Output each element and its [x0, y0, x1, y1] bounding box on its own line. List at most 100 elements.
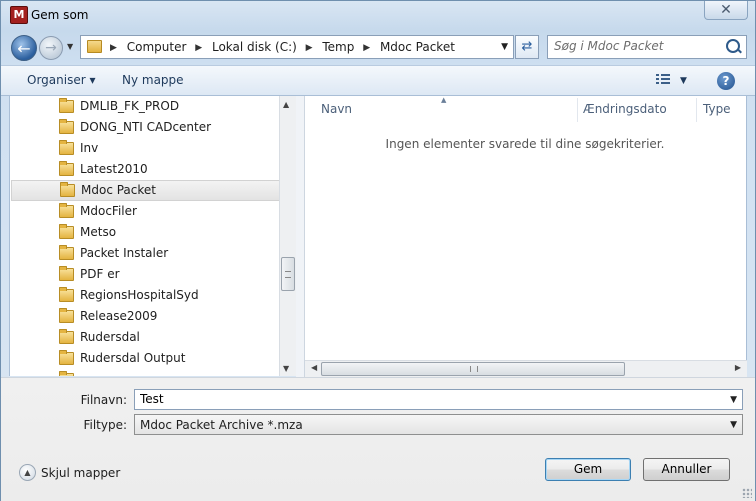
tree-item-partial[interactable]: [10, 369, 286, 376]
tree-item[interactable]: DONG_NTI CADcenter: [10, 117, 286, 138]
chevron-up-icon[interactable]: ▲: [19, 464, 36, 481]
back-arrow-icon[interactable]: ←: [11, 35, 37, 61]
column-header-type[interactable]: Type: [703, 102, 731, 116]
filetype-select[interactable]: Mdoc Packet Archive *.mza ▼: [134, 414, 743, 435]
tree-item[interactable]: DMLIB_FK_PROD: [10, 96, 286, 117]
column-divider[interactable]: [577, 98, 578, 122]
filename-label: Filnavn:: [80, 393, 127, 407]
forward-arrow-icon[interactable]: →: [39, 36, 63, 60]
folder-icon: [60, 182, 75, 197]
tree-item[interactable]: Latest2010: [10, 159, 286, 180]
folder-icon: [59, 329, 74, 344]
navigation-bar: ← → ▼ ▶ Computer ▶ Lokal disk (C:) ▶ Tem…: [1, 31, 755, 63]
file-list: ▲ Navn Ændringsdato Type Ingen elementer…: [305, 96, 747, 376]
breadcrumb-item[interactable]: Lokal disk (C:): [212, 40, 297, 54]
filetype-value: Mdoc Packet Archive *.mza: [140, 418, 303, 432]
save-form: Filnavn: ▼ Filtype: Mdoc Packet Archive …: [1, 377, 755, 501]
tree-item-label: Metso: [80, 225, 117, 239]
tree-item-label: Release2009: [80, 309, 158, 323]
column-header-name[interactable]: Navn: [321, 102, 352, 116]
column-divider[interactable]: [696, 98, 697, 122]
folder-icon: [59, 308, 74, 323]
tree-item-label: DONG_NTI CADcenter: [80, 120, 212, 134]
history-dropdown-icon[interactable]: ▼: [67, 42, 73, 51]
folder-icon: [59, 371, 74, 376]
scroll-down-icon[interactable]: ▼: [283, 364, 289, 373]
tree-item[interactable]: Packet Instaler: [10, 243, 286, 264]
organise-button[interactable]: Organiser ▾: [27, 73, 95, 87]
filename-combobox[interactable]: ▼: [134, 389, 743, 410]
breadcrumb-separator-icon[interactable]: ▶: [306, 43, 313, 53]
tree-item[interactable]: Inv: [10, 138, 286, 159]
tree-item[interactable]: MdocFiler: [10, 201, 286, 222]
window-title: Gem som: [31, 8, 89, 22]
tree-item-label: MdocFiler: [80, 204, 137, 218]
new-folder-button[interactable]: Ny mappe: [122, 73, 184, 87]
folder-icon: [59, 161, 74, 176]
tree-item[interactable]: PDF er: [10, 264, 286, 285]
search-input[interactable]: [554, 39, 714, 53]
sort-ascending-icon: ▲: [441, 96, 447, 104]
close-button[interactable]: ✕: [704, 1, 748, 20]
address-dropdown-icon[interactable]: ▼: [501, 42, 508, 52]
save-button[interactable]: Gem: [545, 458, 631, 481]
app-icon: M: [10, 6, 28, 24]
tree-item-selected[interactable]: Mdoc Packet: [11, 180, 285, 201]
breadcrumb-item[interactable]: Computer: [127, 40, 187, 54]
scrollbar-thumb[interactable]: [321, 362, 625, 376]
tree-item-label: RegionsHospitalSyd: [80, 288, 199, 302]
scroll-left-icon[interactable]: ◀: [311, 363, 317, 372]
tree-item-label: Mdoc Packet: [81, 183, 156, 197]
tree-item-label: Inv: [80, 141, 99, 155]
tree-item-label: PDF er: [80, 267, 120, 281]
resize-grip-icon[interactable]: [742, 488, 752, 498]
folder-icon: [87, 40, 102, 53]
search-icon[interactable]: [726, 39, 740, 53]
cancel-button[interactable]: Annuller: [643, 458, 730, 481]
breadcrumb-separator-icon[interactable]: ▶: [110, 43, 117, 53]
tree-item-label: Packet Instaler: [80, 246, 169, 260]
filename-input[interactable]: [140, 392, 710, 406]
pane-splitter[interactable]: [296, 96, 305, 377]
hide-folders-button[interactable]: Skjul mapper: [41, 466, 120, 480]
tree-item-label: Latest2010: [80, 162, 148, 176]
tree-item[interactable]: RegionsHospitalSyd: [10, 285, 286, 306]
tree-item-label: DMLIB_FK_PROD: [80, 99, 180, 113]
folder-icon: [59, 203, 74, 218]
search-box[interactable]: [547, 35, 747, 59]
folder-icon: [59, 98, 74, 113]
address-bar[interactable]: ▶ Computer ▶ Lokal disk (C:) ▶ Temp ▶ Md…: [80, 35, 514, 59]
tree-item[interactable]: Rudersdal: [10, 327, 286, 348]
folder-icon: [59, 119, 74, 134]
help-icon[interactable]: ?: [717, 72, 735, 90]
breadcrumb-separator-icon[interactable]: ▶: [363, 43, 370, 53]
folder-tree: DMLIB_FK_PROD DONG_NTI CADcenter Inv Lat…: [9, 96, 287, 376]
breadcrumb-separator-icon[interactable]: ▶: [195, 43, 202, 53]
tree-item-label: Rudersdal Output: [80, 351, 186, 365]
folder-tree-scrollbar[interactable]: ▲ ▼: [279, 96, 296, 376]
breadcrumb-item[interactable]: Mdoc Packet: [380, 40, 455, 54]
empty-message: Ingen elementer svarede til dine søgekri…: [385, 137, 665, 151]
tree-item[interactable]: Rudersdal Output: [10, 348, 286, 369]
folder-icon: [59, 140, 74, 155]
breadcrumb-item[interactable]: Temp: [322, 40, 354, 54]
save-as-dialog: M Gem som ✕ ← → ▼ ▶ Computer ▶ Lokal dis…: [0, 0, 756, 501]
filetype-label: Filtype:: [83, 418, 127, 432]
refresh-icon[interactable]: ⇄: [515, 35, 539, 59]
folder-icon: [59, 224, 74, 239]
folder-icon: [59, 350, 74, 365]
filename-dropdown-icon[interactable]: ▼: [730, 395, 737, 405]
folder-icon: [59, 287, 74, 302]
view-dropdown-icon[interactable]: ▼: [680, 76, 687, 86]
file-list-scrollbar[interactable]: ◀ ▶: [305, 360, 747, 377]
view-options-icon[interactable]: [656, 74, 670, 86]
scroll-up-icon[interactable]: ▲: [283, 100, 289, 109]
folder-icon: [59, 245, 74, 260]
tree-item[interactable]: Release2009: [10, 306, 286, 327]
scroll-right-icon[interactable]: ▶: [735, 363, 741, 372]
column-header-modified[interactable]: Ændringsdato: [583, 102, 667, 116]
tree-item[interactable]: Metso: [10, 222, 286, 243]
title-bar[interactable]: M Gem som ✕: [1, 1, 755, 31]
scrollbar-thumb[interactable]: [281, 257, 295, 291]
filetype-dropdown-icon[interactable]: ▼: [730, 420, 737, 430]
